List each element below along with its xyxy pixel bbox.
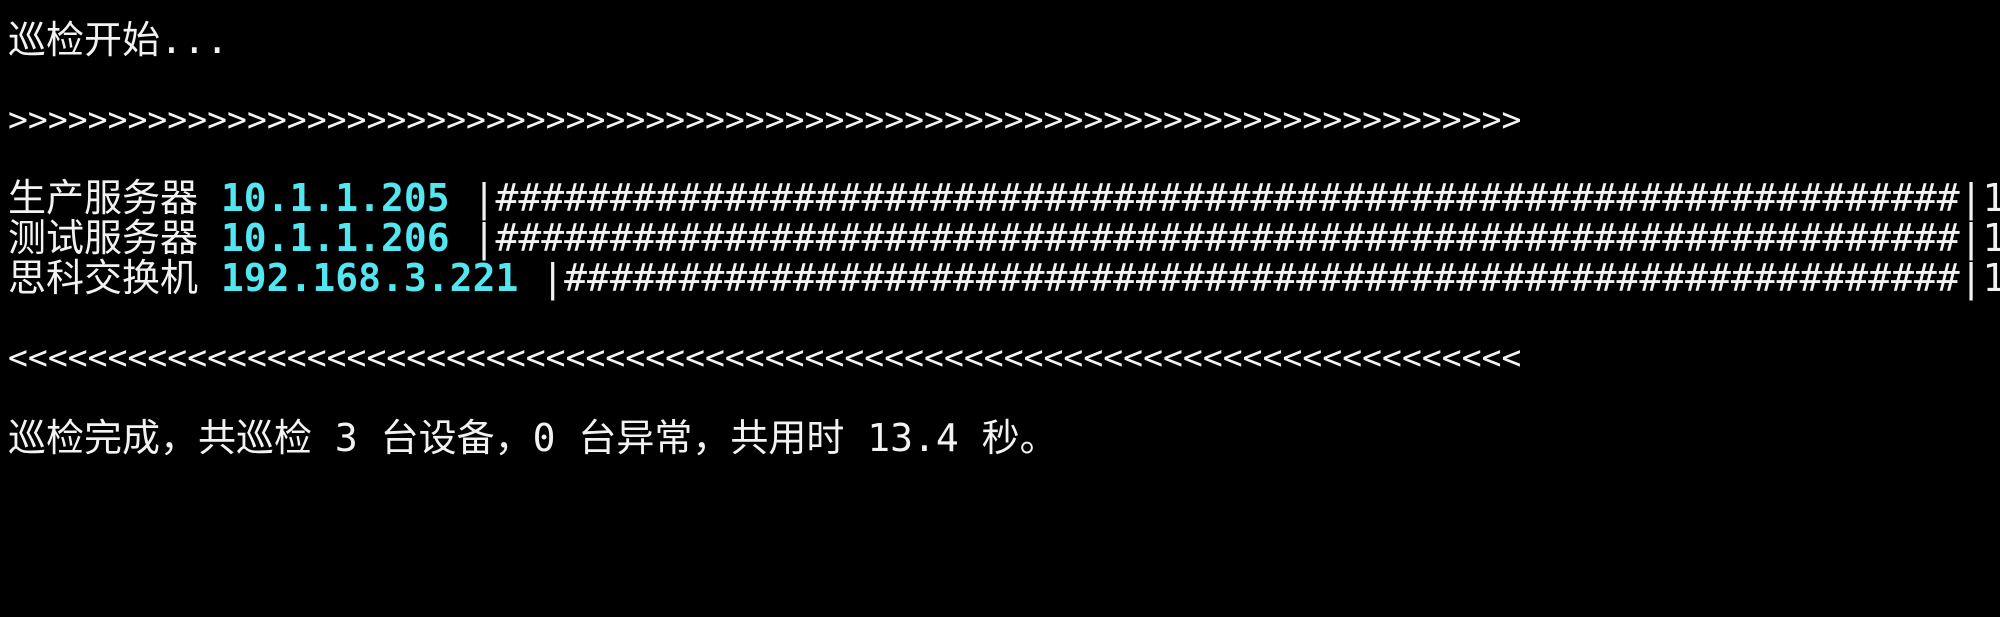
summary-message: 巡检完成，共巡检 3 台设备，0 台异常，共用时 13.4 秒。 <box>8 416 1058 460</box>
progress-percent: 100% <box>1982 256 2000 300</box>
progress-bar: |#######################################… <box>541 256 1983 300</box>
host-name: 思科交换机 <box>8 256 199 300</box>
separator-open: >>>>>>>>>>>>>>>>>>>>>>>>>>>>>>>>>>>>>>>>… <box>8 100 1522 140</box>
host-row: 思科交换机 192.168.3.221 |###################… <box>8 252 2000 304</box>
start-message: 巡检开始... <box>8 18 229 62</box>
separator-close: <<<<<<<<<<<<<<<<<<<<<<<<<<<<<<<<<<<<<<<<… <box>8 338 1522 378</box>
terminal-window: 巡检开始... >>>>>>>>>>>>>>>>>>>>>>>>>>>>>>>>… <box>8 0 2000 617</box>
host-ip: 192.168.3.221 <box>220 256 519 300</box>
